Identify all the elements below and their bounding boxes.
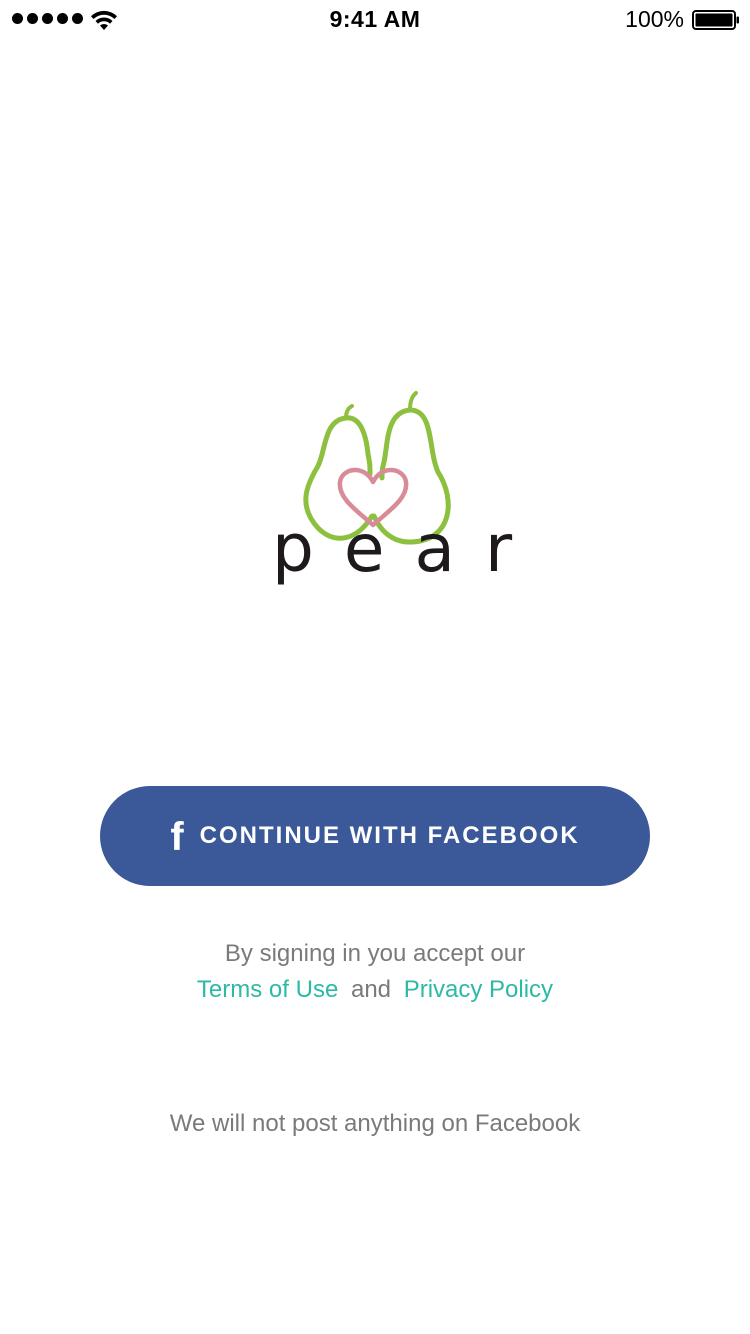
legal-notice: By signing in you accept our Terms of Us… — [0, 936, 750, 1008]
legal-line-2: Terms of Use and Privacy Policy — [0, 972, 750, 1008]
logo-wordmark: pear — [272, 510, 543, 587]
facebook-button-label: CONTINUE WITH FACEBOOK — [199, 822, 580, 849]
terms-of-use-link[interactable]: Terms of Use — [197, 976, 338, 1003]
battery-percent: 100% — [625, 6, 684, 32]
login-screen: 9:41 AM 100% pear f CONTINUE WITH FACEBO… — [0, 0, 750, 1334]
legal-and-text: and — [350, 976, 392, 1003]
status-bar: 9:41 AM 100% — [0, 0, 750, 40]
battery-icon — [692, 10, 739, 30]
legal-line-1: By signing in you accept our — [224, 940, 526, 967]
privacy-policy-link[interactable]: Privacy Policy — [404, 976, 553, 1003]
app-logo: pear — [260, 388, 512, 618]
no-post-notice: We will not post anything on Facebook — [169, 1110, 581, 1137]
facebook-icon: f — [170, 815, 184, 859]
continue-with-facebook-button[interactable]: f CONTINUE WITH FACEBOOK — [100, 786, 650, 886]
